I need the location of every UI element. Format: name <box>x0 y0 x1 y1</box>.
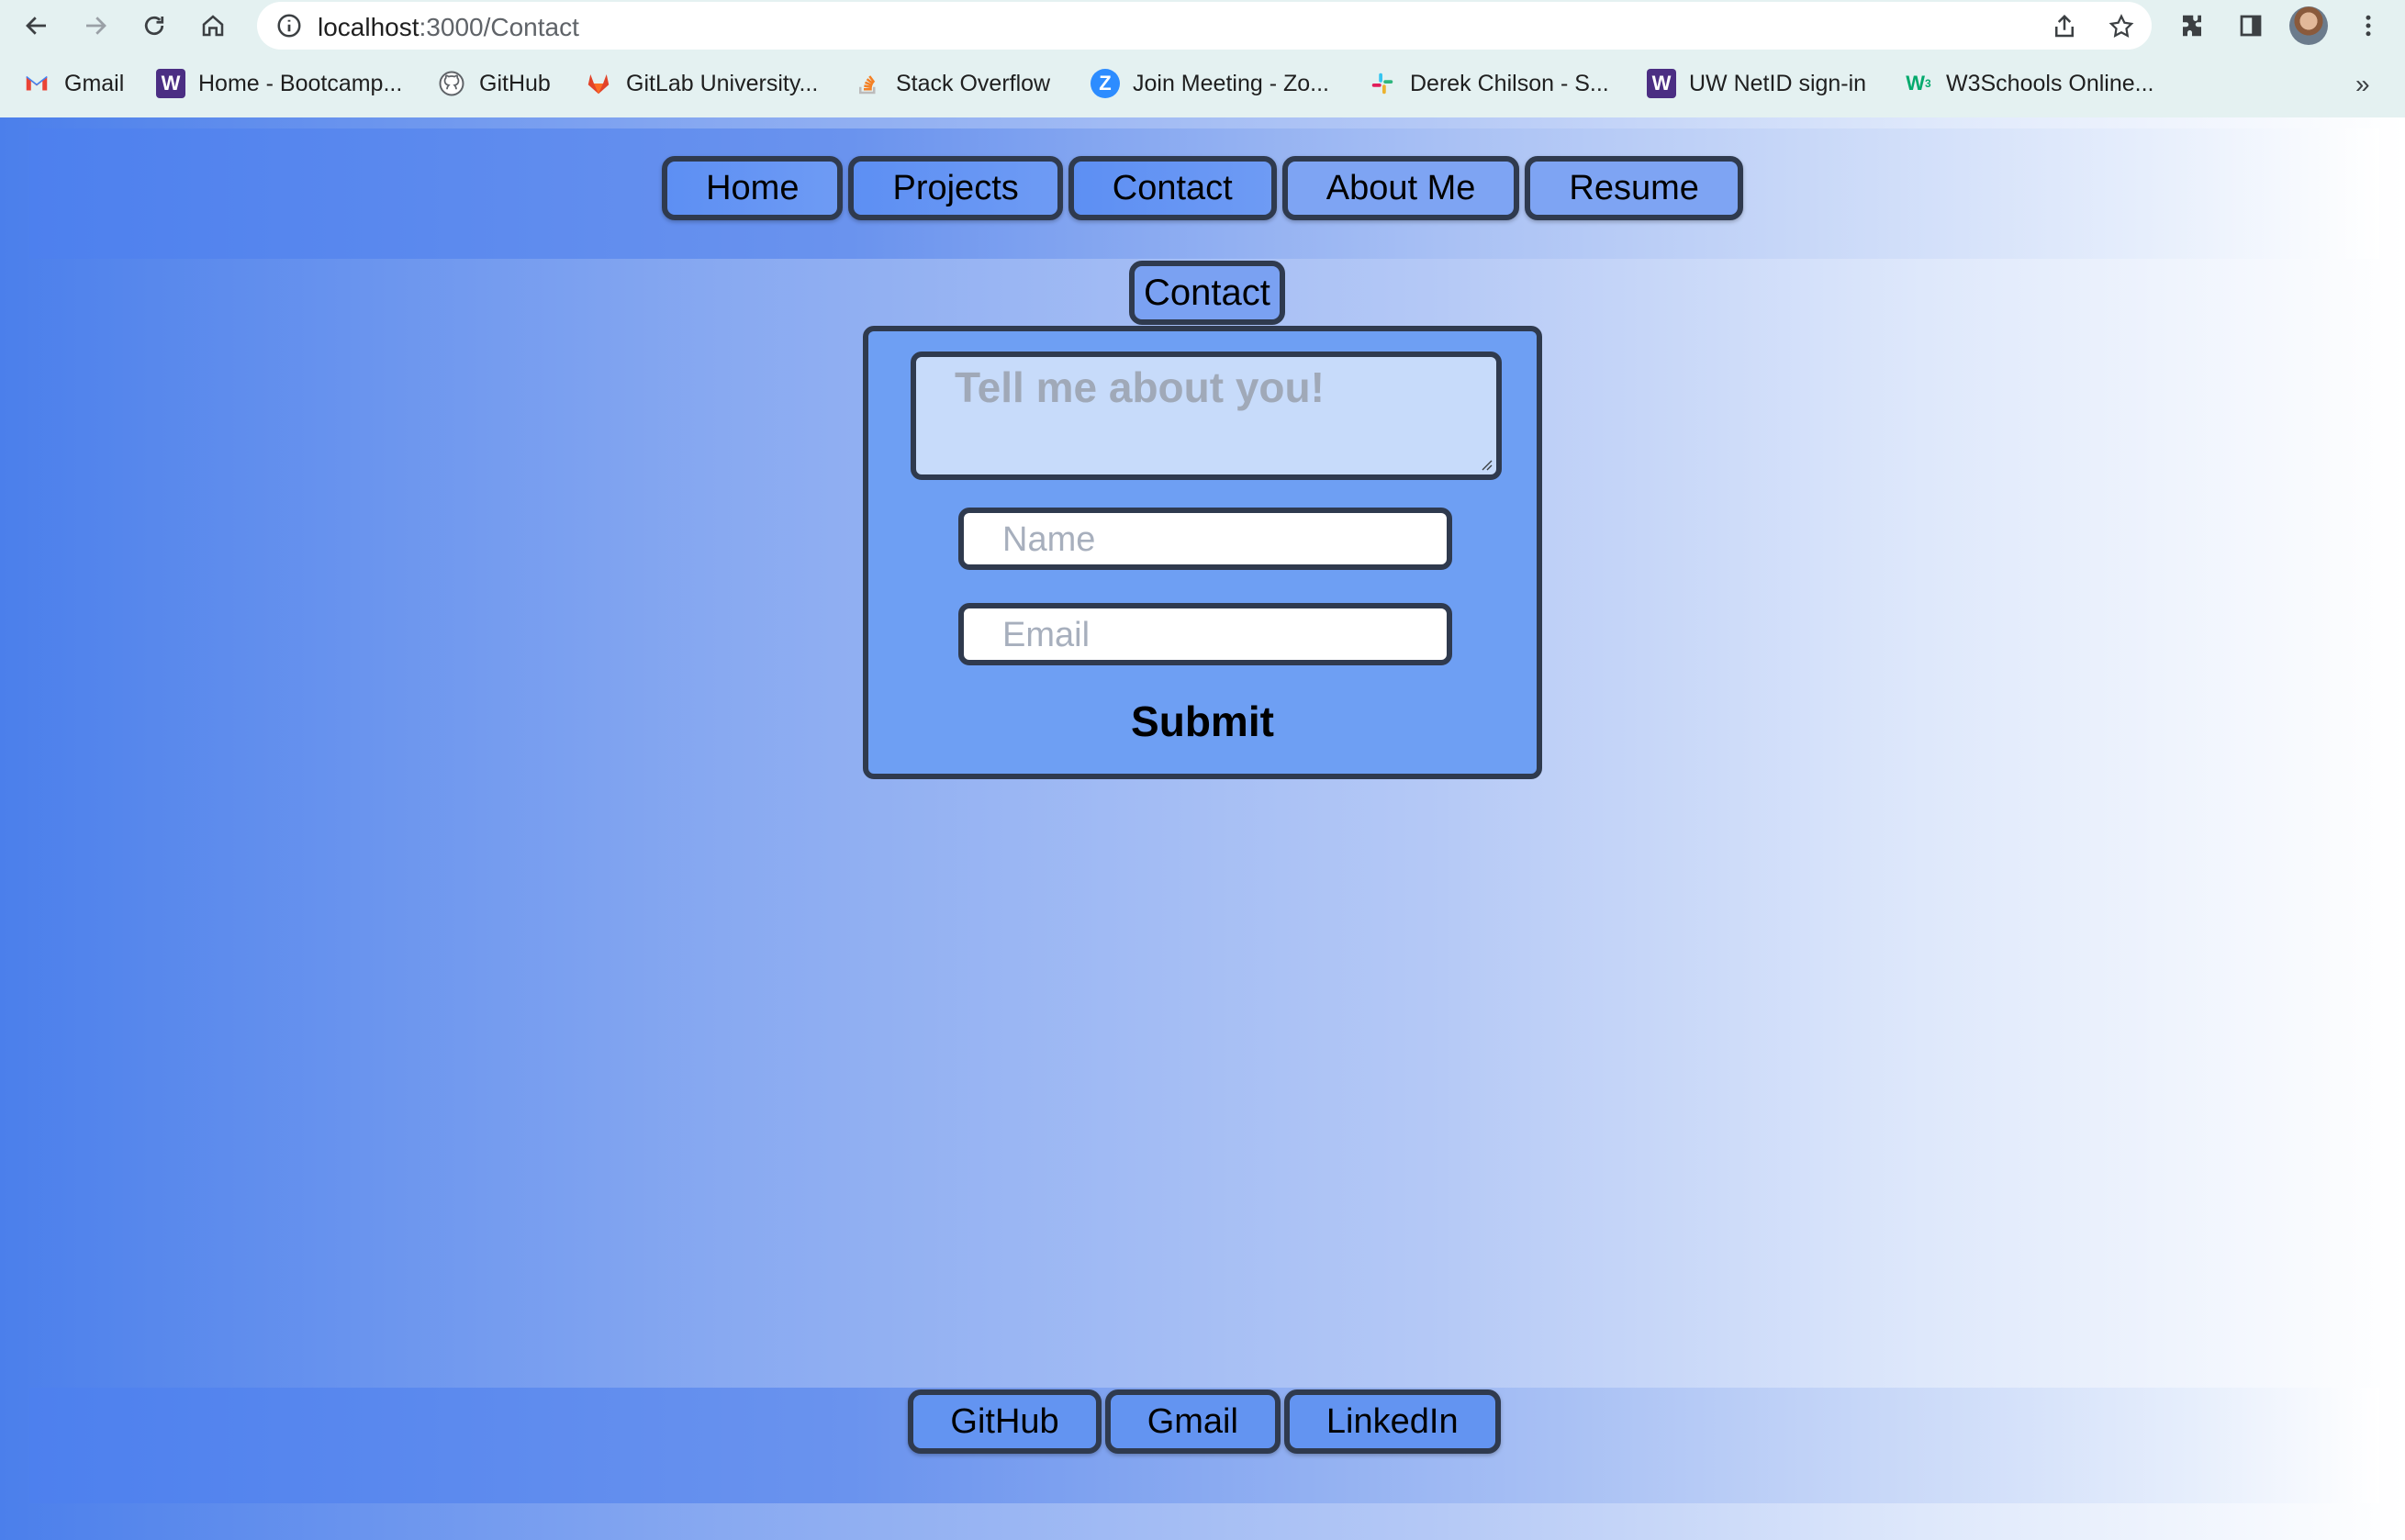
bookmark-gmail[interactable]: Gmail <box>22 66 124 101</box>
footer-gmail-link[interactable]: Gmail <box>1104 1389 1281 1454</box>
menu-button[interactable] <box>2348 6 2388 46</box>
resize-handle-icon[interactable] <box>1480 458 1493 471</box>
bookmark-gitlab[interactable]: GitLab University... <box>584 66 818 101</box>
submit-button[interactable]: Submit <box>868 697 1537 746</box>
name-placeholder: Name <box>1002 520 1096 559</box>
name-input[interactable]: Name <box>958 508 1452 570</box>
extensions-button[interactable] <box>2172 6 2212 46</box>
page-body: Home Projects Contact About Me Resume Co… <box>0 117 2405 1540</box>
nav-resume-button[interactable]: Resume <box>1525 156 1743 220</box>
puzzle-icon <box>2183 15 2201 37</box>
footer-linkedin-link[interactable]: LinkedIn <box>1283 1389 1501 1454</box>
back-button[interactable] <box>17 6 57 46</box>
address-bar[interactable]: localhost:3000/Contact <box>257 2 2152 50</box>
star-icon <box>2109 14 2134 38</box>
w3schools-icon: W3 <box>1906 72 1931 95</box>
bookmark-label: Home - Bootcamp... <box>198 70 403 96</box>
share-icon <box>2055 14 2074 38</box>
home-icon <box>202 15 224 37</box>
slack-icon <box>1368 69 1397 98</box>
bookmark-label: Stack Overflow <box>896 70 1051 96</box>
bookmark-label: Gmail <box>64 70 125 96</box>
stackoverflow-icon <box>854 69 883 98</box>
url-host: localhost <box>318 13 419 41</box>
nav-contact-button[interactable]: Contact <box>1068 156 1277 220</box>
github-icon <box>437 69 466 98</box>
main-nav: Home Projects Contact About Me Resume <box>0 156 2405 220</box>
url-path: :3000/Contact <box>419 13 579 41</box>
bookmark-bootcamp[interactable]: W Home - Bootcamp... <box>156 66 402 101</box>
uw-w-icon: W <box>1647 69 1676 98</box>
bookmark-label: Derek Chilson - S... <box>1410 70 1609 96</box>
footer-github-link[interactable]: GitHub <box>908 1389 1102 1454</box>
more-bookmarks-button[interactable]: » <box>2355 70 2370 99</box>
gitlab-icon <box>584 69 613 98</box>
contact-heading: Contact <box>1129 261 1285 325</box>
nav-about-me-button[interactable]: About Me <box>1281 156 1520 220</box>
gmail-icon <box>22 69 51 98</box>
arrow-right-icon <box>86 17 106 35</box>
nav-home-button[interactable]: Home <box>662 156 844 220</box>
bookmark-label: Join Meeting - Zo... <box>1133 70 1329 96</box>
share-button[interactable] <box>2049 11 2080 42</box>
message-placeholder: Tell me about you! <box>955 363 1325 411</box>
email-input[interactable]: Email <box>958 603 1452 665</box>
bookmark-slack[interactable]: Derek Chilson - S... <box>1368 66 1609 101</box>
message-textarea[interactable]: Tell me about you! <box>911 352 1502 480</box>
profile-avatar[interactable] <box>2289 6 2328 45</box>
url-text: localhost:3000/Contact <box>318 13 579 42</box>
bookmark-w3schools[interactable]: W3 W3Schools Online... <box>1904 66 2154 101</box>
browser-chrome: localhost:3000/Contact Gmail W Home - Bo… <box>0 0 2405 117</box>
reload-button[interactable] <box>134 6 174 46</box>
info-icon[interactable] <box>275 12 303 39</box>
side-panel-button[interactable] <box>2231 6 2271 46</box>
email-placeholder: Email <box>1002 616 1091 654</box>
nav-projects-button[interactable]: Projects <box>848 156 1063 220</box>
bookmark-label: UW NetID sign-in <box>1689 70 1867 96</box>
forward-button[interactable] <box>75 6 116 46</box>
bookmark-uw-netid[interactable]: W UW NetID sign-in <box>1647 66 1866 101</box>
home-button[interactable] <box>193 6 233 46</box>
browser-toolbar: localhost:3000/Contact <box>0 0 2405 51</box>
bookmarks-bar: Gmail W Home - Bootcamp... GitHub GitLab… <box>0 61 2405 106</box>
footer-links: GitHub Gmail LinkedIn <box>0 1389 2405 1454</box>
bookmark-github[interactable]: GitHub <box>437 66 551 101</box>
kebab-menu-icon <box>2366 15 2371 37</box>
uw-w-icon: W <box>156 69 185 98</box>
arrow-left-icon <box>26 17 46 35</box>
bookmark-stackoverflow[interactable]: Stack Overflow <box>854 66 1050 101</box>
reload-icon <box>144 16 164 36</box>
contact-form: Tell me about you! Name Email Submit <box>863 326 1542 779</box>
bookmark-star-button[interactable] <box>2106 11 2137 42</box>
bookmark-zoom[interactable]: Z Join Meeting - Zo... <box>1091 66 1329 101</box>
bookmark-label: W3Schools Online... <box>1946 70 2154 96</box>
side-panel-icon <box>2240 15 2262 37</box>
zoom-icon: Z <box>1091 69 1120 98</box>
bookmark-label: GitLab University... <box>626 70 819 96</box>
bookmark-label: GitHub <box>479 70 551 96</box>
